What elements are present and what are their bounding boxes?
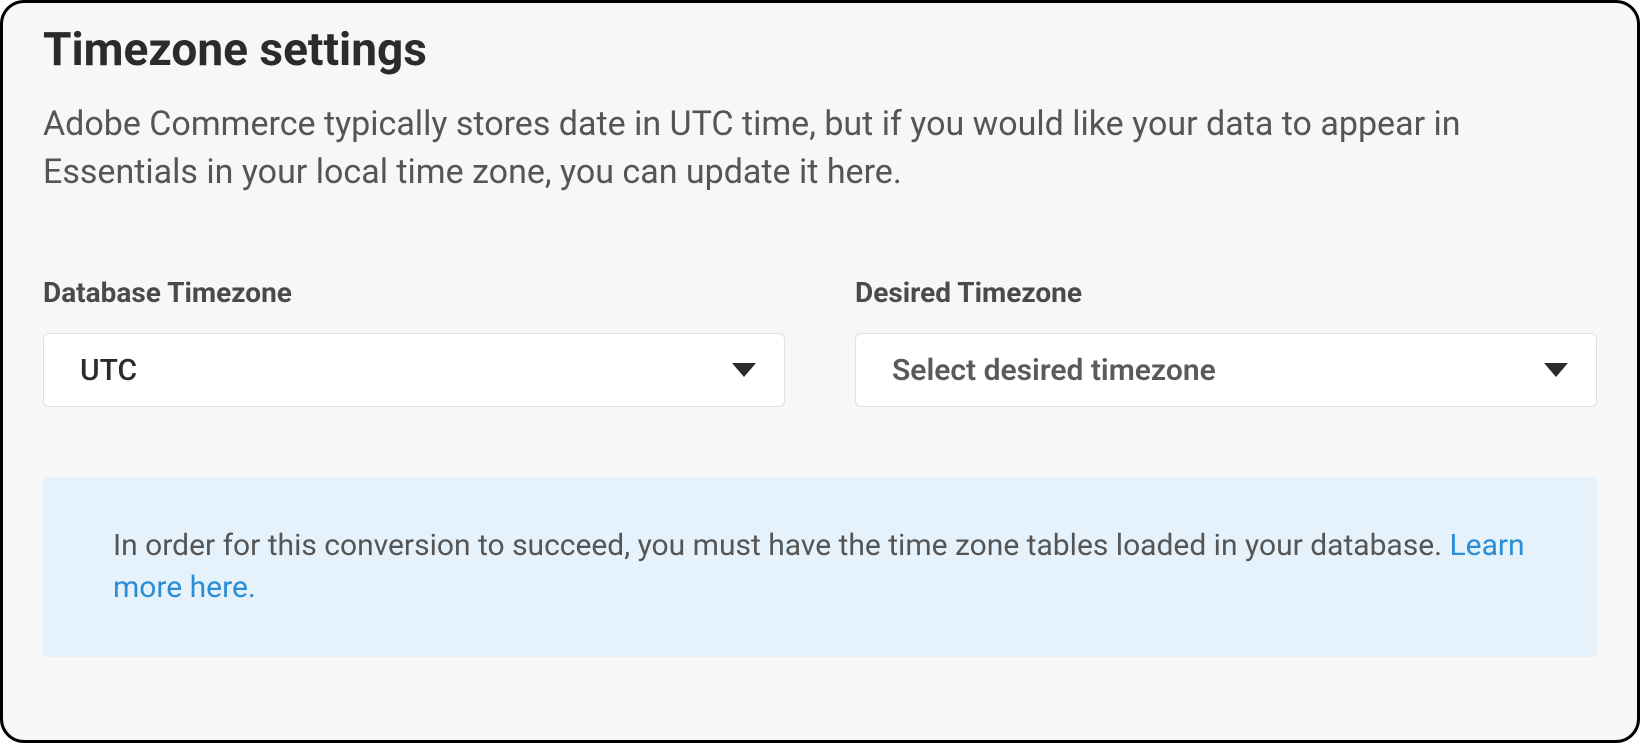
timezone-fields-row: Database Timezone UTC Desired Timezone S…: [43, 276, 1597, 407]
page-description: Adobe Commerce typically stores date in …: [43, 101, 1543, 196]
chevron-down-icon: [1544, 363, 1568, 377]
database-timezone-select[interactable]: UTC: [43, 333, 785, 407]
notice-text: In order for this conversion to succeed,…: [113, 528, 1450, 563]
info-notice: In order for this conversion to succeed,…: [43, 477, 1597, 657]
desired-timezone-placeholder: Select desired timezone: [892, 353, 1216, 388]
timezone-settings-panel: Timezone settings Adobe Commerce typical…: [0, 0, 1640, 743]
database-timezone-value: UTC: [80, 353, 137, 388]
chevron-down-icon: [732, 363, 756, 377]
desired-timezone-label: Desired Timezone: [855, 276, 1597, 309]
database-timezone-field: Database Timezone UTC: [43, 276, 785, 407]
desired-timezone-field: Desired Timezone Select desired timezone: [855, 276, 1597, 407]
desired-timezone-select[interactable]: Select desired timezone: [855, 333, 1597, 407]
page-title: Timezone settings: [43, 23, 1597, 77]
database-timezone-label: Database Timezone: [43, 276, 785, 309]
